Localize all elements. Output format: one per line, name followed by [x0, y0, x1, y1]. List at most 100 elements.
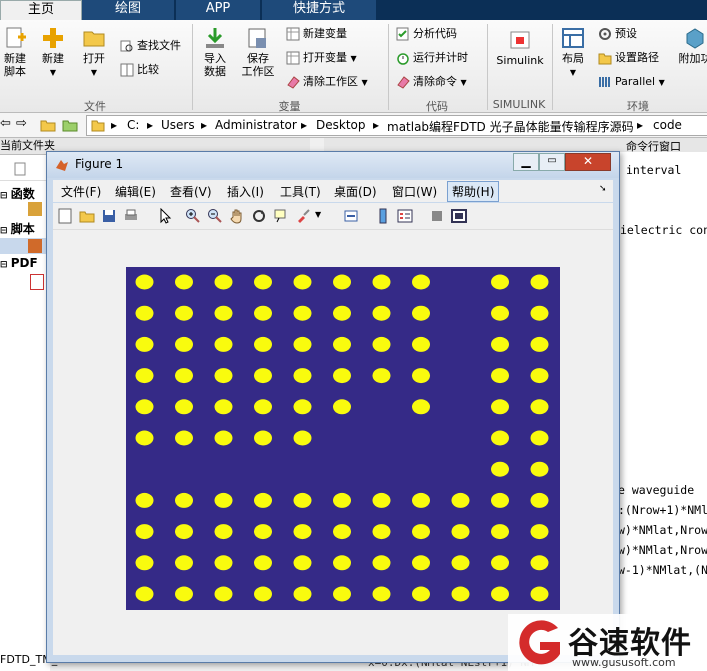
save-workspace-button[interactable]: 保存 工作区: [238, 26, 278, 78]
addons-button[interactable]: 附加功: [678, 26, 707, 65]
open-variable-button[interactable]: 打开变量 ▼: [286, 50, 357, 66]
set-path-button[interactable]: 设置路径: [598, 50, 659, 66]
folder-group-pdf[interactable]: ⊟ PDF: [0, 256, 38, 270]
brush-dropdown-icon[interactable]: ▼: [315, 210, 321, 219]
lattice-rod: [372, 492, 391, 508]
figure-title-bar[interactable]: Figure 1 ▁ ▭ ✕: [47, 152, 619, 178]
open-file-icon[interactable]: [79, 208, 95, 224]
back-arrow-icon[interactable]: ⇦: [0, 116, 11, 131]
simulink-label: Simulink: [496, 54, 544, 67]
menu-view[interactable]: 查看(V): [170, 183, 212, 200]
lattice-rod: [293, 430, 312, 446]
menu-file[interactable]: 文件(F): [61, 183, 101, 200]
import-data-button[interactable]: 导入 数据: [198, 26, 232, 78]
dock-arrow-icon[interactable]: ➘: [599, 184, 607, 194]
group-label: 函数: [10, 187, 35, 201]
zoom-in-icon[interactable]: [185, 208, 201, 224]
menu-tools[interactable]: 工具(T): [280, 183, 321, 200]
parallel-button[interactable]: Parallel ▼: [598, 74, 665, 90]
lattice-rod: [214, 336, 233, 352]
figure-canvas[interactable]: [53, 230, 613, 655]
breadcrumb-item[interactable]: Administrator: [215, 118, 297, 132]
lattice-rod: [175, 430, 193, 446]
lattice-rod: [412, 399, 430, 415]
new-button[interactable]: 新建 ▼: [37, 26, 69, 79]
command-line: interval: [626, 163, 682, 177]
show-plot-tools-icon[interactable]: [451, 208, 467, 224]
rotate-icon[interactable]: [251, 208, 267, 224]
menu-edit[interactable]: 编辑(E): [115, 183, 156, 200]
pointer-icon[interactable]: [157, 208, 173, 224]
breadcrumb-item[interactable]: matlab编程FDTD 光子晶体能量传输程序源码: [387, 118, 634, 135]
tab-shortcuts[interactable]: 快捷方式: [262, 0, 376, 20]
watermark: 谷速软件 www.gususoft.com: [508, 614, 707, 671]
run-and-time-button[interactable]: 运行并计时: [396, 50, 468, 66]
breadcrumb-item[interactable]: code: [653, 118, 682, 132]
legend-icon[interactable]: [397, 208, 413, 224]
zoom-out-icon[interactable]: [207, 208, 223, 224]
figure-window[interactable]: Figure 1 ▁ ▭ ✕ 文件(F) 编辑(E) 查看(V) 插入(I) 工…: [46, 151, 620, 663]
pan-hand-icon[interactable]: [229, 208, 245, 224]
forward-arrow-icon[interactable]: ⇨: [16, 116, 27, 131]
up-folder-icon[interactable]: [40, 118, 56, 132]
folder-group-scripts[interactable]: ⊟ 脚本: [0, 220, 35, 237]
lattice-rod: [175, 492, 193, 508]
lattice-rod: [254, 305, 272, 321]
print-icon[interactable]: [123, 208, 139, 224]
lattice-rod: [333, 336, 351, 352]
lattice-rod: [372, 555, 391, 571]
command-window[interactable]: 命令行窗口 interval ielectric con e waveguide…: [324, 138, 707, 671]
lattice-rod: [333, 586, 351, 602]
lattice-rod: [491, 305, 509, 321]
new-variable-button[interactable]: 新建变量: [286, 26, 347, 42]
crystal-lattice-plot[interactable]: [126, 267, 560, 610]
column-header: [0, 160, 50, 181]
open-button[interactable]: 打开 ▼: [78, 26, 110, 79]
brush-icon[interactable]: [295, 208, 311, 224]
lattice-rod: [175, 305, 193, 321]
analyze-code-button[interactable]: 分析代码: [396, 26, 457, 42]
data-cursor-icon[interactable]: [273, 208, 289, 224]
new-figure-icon[interactable]: [57, 208, 73, 224]
menu-help[interactable]: 帮助(H): [447, 181, 500, 202]
breadcrumb-item[interactable]: Users: [161, 118, 195, 132]
eraser-icon: [287, 76, 300, 89]
preferences-button[interactable]: 预设: [598, 26, 637, 42]
breadcrumb-item[interactable]: Desktop: [316, 118, 366, 132]
simulink-button[interactable]: Simulink: [494, 28, 546, 67]
menu-window[interactable]: 窗口(W): [392, 183, 437, 200]
new-script-button[interactable]: 新建 脚本: [0, 26, 30, 78]
path-field[interactable]: ▸ C: ▸ Users ▸ Administrator ▸ Desktop ▸…: [86, 115, 707, 136]
tab-home[interactable]: 主页: [0, 0, 82, 21]
layout-button[interactable]: 布局 ▼: [558, 26, 588, 79]
menu-insert[interactable]: 插入(I): [227, 183, 264, 200]
browse-folder-icon[interactable]: [62, 118, 78, 132]
hide-plot-tools-icon[interactable]: [429, 208, 445, 224]
lattice-rod: [412, 274, 430, 290]
minimize-button[interactable]: ▁: [513, 153, 539, 171]
link-plot-icon[interactable]: [343, 208, 359, 224]
colorbar-icon[interactable]: [375, 208, 391, 224]
lattice-rod: [254, 586, 272, 602]
new-script-label: 新建 脚本: [4, 52, 26, 78]
breadcrumb-item[interactable]: C:: [127, 118, 139, 132]
close-button[interactable]: ✕: [565, 153, 611, 171]
find-files-button[interactable]: 查找文件: [120, 38, 181, 54]
clear-commands-button[interactable]: 清除命令 ▼: [396, 74, 467, 90]
lattice-rod: [530, 368, 549, 384]
tab-plots[interactable]: 绘图: [82, 0, 174, 20]
clear-workspace-button[interactable]: 清除工作区 ▼: [286, 74, 368, 90]
lattice-rod: [214, 555, 233, 571]
folder-group-functions[interactable]: ⊟ 函数: [0, 185, 35, 202]
lattice-rod: [372, 524, 391, 540]
compare-button[interactable]: 比较: [120, 62, 159, 78]
tab-apps[interactable]: APP: [176, 0, 260, 20]
minimize-icon: ▁: [521, 154, 531, 168]
lattice-rod: [333, 368, 351, 384]
menu-desktop[interactable]: 桌面(D): [334, 183, 377, 200]
save-icon[interactable]: [101, 208, 117, 224]
open-variable-icon: [286, 51, 300, 65]
maximize-button[interactable]: ▭: [539, 153, 565, 171]
lattice-rod: [214, 305, 233, 321]
list-item-selected[interactable]: [0, 238, 50, 254]
